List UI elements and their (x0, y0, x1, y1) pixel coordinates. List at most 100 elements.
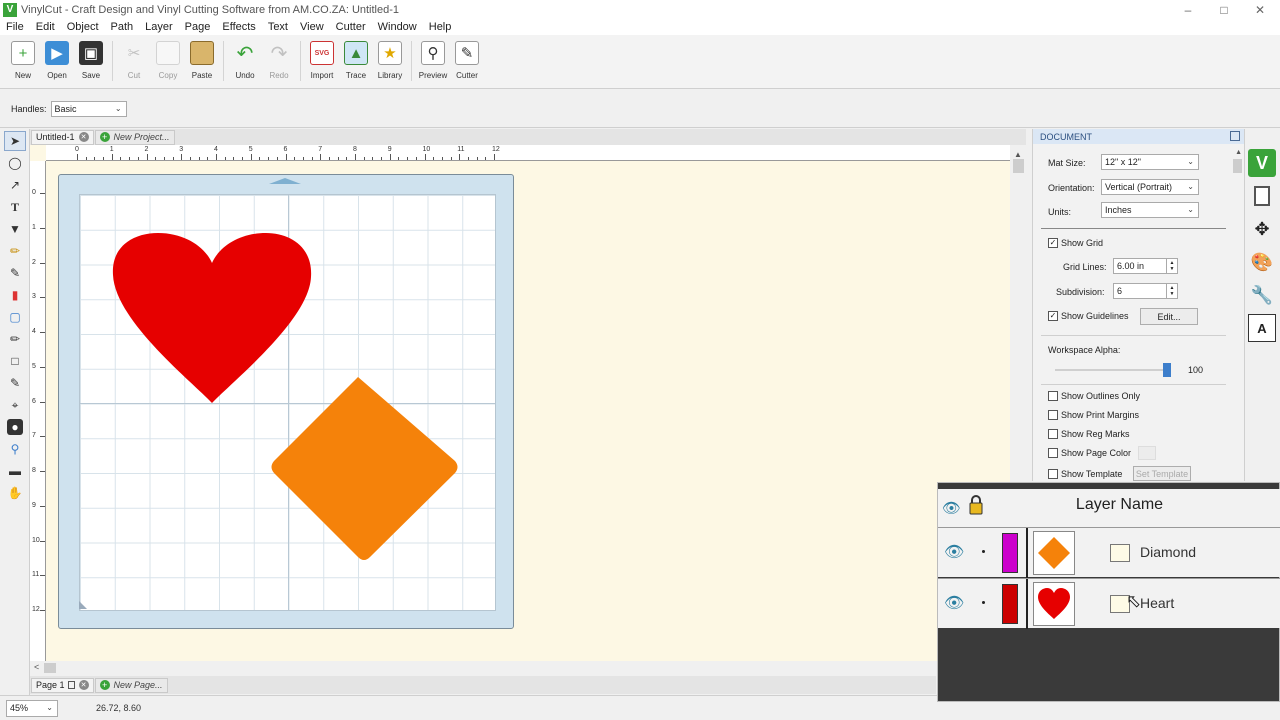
menu-file[interactable]: File (0, 21, 30, 33)
cutter-button[interactable]: ✎ Cutter (450, 41, 484, 80)
layer-color-swatch[interactable] (1002, 533, 1018, 573)
grid-lines-input[interactable]: 6.00 in ▲ ▼ (1113, 258, 1178, 274)
new-button[interactable]: + New (6, 41, 40, 80)
pen-tool-icon[interactable]: ▼ (4, 219, 26, 239)
lock-indicator[interactable] (982, 550, 985, 553)
tab-page-1[interactable]: Page 1 ✕ (31, 677, 94, 693)
knife-tool-icon[interactable]: ✎ (4, 373, 26, 393)
menu-cutter[interactable]: Cutter (330, 21, 372, 33)
spinner-arrows-icon[interactable]: ▲ ▼ (1166, 259, 1177, 273)
document-page-icon[interactable] (1248, 182, 1276, 210)
page-color-swatch[interactable] (1138, 446, 1156, 460)
scroll-thumb-horizontal[interactable] (44, 663, 56, 673)
subdivision-input[interactable]: 6 ▲ ▼ (1113, 283, 1178, 299)
layer-note-icon[interactable] (1110, 544, 1130, 562)
hand-tool-icon[interactable]: ✋ (4, 483, 26, 503)
menu-window[interactable]: Window (372, 21, 423, 33)
scroll-thumb[interactable] (1013, 159, 1024, 173)
pencil-tool-icon[interactable]: ✏ (4, 241, 26, 261)
show-reg-marks-checkbox[interactable]: Show Reg Marks (1048, 429, 1130, 439)
move-arrows-icon[interactable]: ✥ (1248, 215, 1276, 243)
heart-shape[interactable] (112, 233, 312, 403)
menu-path[interactable]: Path (105, 21, 140, 33)
import-button[interactable]: SVG Import (305, 41, 339, 80)
paste-button[interactable]: Paste (185, 41, 219, 80)
units-select[interactable]: Inches ⌄ (1101, 202, 1199, 218)
layer-color-swatch[interactable] (1002, 584, 1018, 624)
orientation-select[interactable]: Vertical (Portrait) ⌄ (1101, 179, 1199, 195)
zoom-tool-icon[interactable]: ⚲ (4, 439, 26, 459)
select-tool-arrow-icon[interactable]: ➤ (4, 131, 26, 151)
edit-guidelines-button[interactable]: Edit... (1140, 308, 1198, 325)
diamond-shape[interactable] (271, 377, 458, 560)
open-button[interactable]: ▶ Open (40, 41, 74, 80)
wrench-icon[interactable]: 🔧 (1248, 281, 1276, 309)
show-template-checkbox[interactable]: Show Template (1048, 469, 1122, 479)
scroll-up-icon[interactable]: ▲ (1235, 149, 1242, 156)
minimize-button[interactable]: – (1170, 0, 1206, 19)
show-grid-checkbox[interactable]: ✓ Show Grid (1048, 238, 1103, 248)
scroll-up-icon[interactable]: ▲ (1014, 150, 1022, 159)
tab-untitled-1[interactable]: Untitled-1 ✕ (31, 129, 94, 145)
show-print-margins-checkbox[interactable]: Show Print Margins (1048, 410, 1139, 420)
slider-thumb[interactable] (1163, 363, 1171, 377)
zoom-select[interactable]: 45% ⌄ (6, 699, 58, 717)
set-template-button[interactable]: Set Template (1133, 466, 1191, 481)
menu-text[interactable]: Text (262, 21, 294, 33)
measure-tool-icon[interactable]: ▬ (4, 461, 26, 481)
menu-effects[interactable]: Effects (216, 21, 261, 33)
close-button[interactable]: ✕ (1242, 0, 1278, 19)
weld-tool-icon[interactable]: ● (7, 419, 23, 435)
preview-button[interactable]: ⚲ Preview (416, 41, 450, 80)
workspace-alpha-slider[interactable] (1055, 369, 1165, 371)
menu-object[interactable]: Object (61, 21, 105, 33)
handles-select[interactable]: Basic ⌄ (50, 100, 127, 117)
menu-view[interactable]: View (294, 21, 330, 33)
bezier-tool-icon[interactable]: ⌖ (4, 395, 26, 415)
eraser-tool-icon[interactable]: ▮ (4, 285, 26, 305)
library-button[interactable]: ★ Library (373, 41, 407, 80)
node-edit-tool-icon[interactable]: ↗ (4, 175, 26, 195)
layer-row-heart[interactable]: 👁 Heart ⬁ (938, 578, 1280, 629)
lasso-tool-icon[interactable]: ◯ (4, 153, 26, 173)
maximize-button[interactable]: □ (1206, 0, 1242, 19)
layer-name[interactable]: Heart (1140, 595, 1174, 611)
menu-layer[interactable]: Layer (139, 21, 179, 33)
spinner-arrows-icon[interactable]: ▲ ▼ (1166, 284, 1177, 298)
trace-button[interactable]: ▲ Trace (339, 41, 373, 80)
redo-button[interactable]: ↷ Redo (262, 41, 296, 81)
cut-button[interactable]: ✂ Cut (117, 41, 151, 80)
lock-indicator[interactable] (982, 601, 985, 604)
panel-dock-icon[interactable] (1230, 131, 1240, 141)
show-guidelines-checkbox[interactable]: ✓ Show Guidelines (1048, 311, 1129, 321)
vinylcut-logo-icon[interactable]: V (1248, 149, 1276, 177)
horizontal-scrollbar[interactable]: < (30, 661, 1026, 675)
eye-icon[interactable]: 👁 (944, 542, 964, 562)
rectangle-tool-icon[interactable]: ▢ (4, 307, 26, 327)
canvas-workspace[interactable]: 0 1 2 3 4 5 6 7 8 9 10 11 12 0 1 2 3 4 5 6 7 8 9 10 11 12 ▲ < (30, 145, 1026, 675)
tab-new-page[interactable]: + New Page... (94, 677, 168, 693)
menu-edit[interactable]: Edit (30, 21, 61, 33)
menu-help[interactable]: Help (423, 21, 458, 33)
copy-button[interactable]: Copy (151, 41, 185, 80)
close-tab-icon[interactable]: ✕ (78, 132, 89, 142)
scroll-left-icon[interactable]: < (34, 662, 39, 672)
text-tool-icon[interactable]: T (4, 197, 26, 217)
layer-row-diamond[interactable]: 👁 Diamond (938, 527, 1280, 578)
undo-button[interactable]: ↶ Undo (228, 41, 262, 81)
layer-name[interactable]: Diamond (1140, 544, 1196, 560)
mat-size-select[interactable]: 12" x 12" ⌄ (1101, 154, 1199, 170)
panel-scroll-thumb[interactable] (1233, 159, 1242, 173)
tab-new-project[interactable]: + New Project... (94, 129, 175, 145)
close-page-icon[interactable]: ✕ (78, 680, 89, 690)
brush-tool-icon[interactable]: ✎ (4, 263, 26, 283)
color-palette-icon[interactable]: 🎨 (1248, 248, 1276, 276)
text-font-icon[interactable]: A (1248, 314, 1276, 342)
menu-page[interactable]: Page (179, 21, 217, 33)
save-button[interactable]: ▣ Save (74, 41, 108, 80)
eye-icon[interactable]: 👁 (944, 593, 964, 613)
show-page-color-checkbox[interactable]: Show Page Color (1048, 448, 1131, 458)
eyedropper-tool-icon[interactable]: ✏ (4, 329, 26, 349)
show-outlines-checkbox[interactable]: Show Outlines Only (1048, 391, 1140, 401)
shape-tool-icon[interactable]: □ (4, 351, 26, 371)
